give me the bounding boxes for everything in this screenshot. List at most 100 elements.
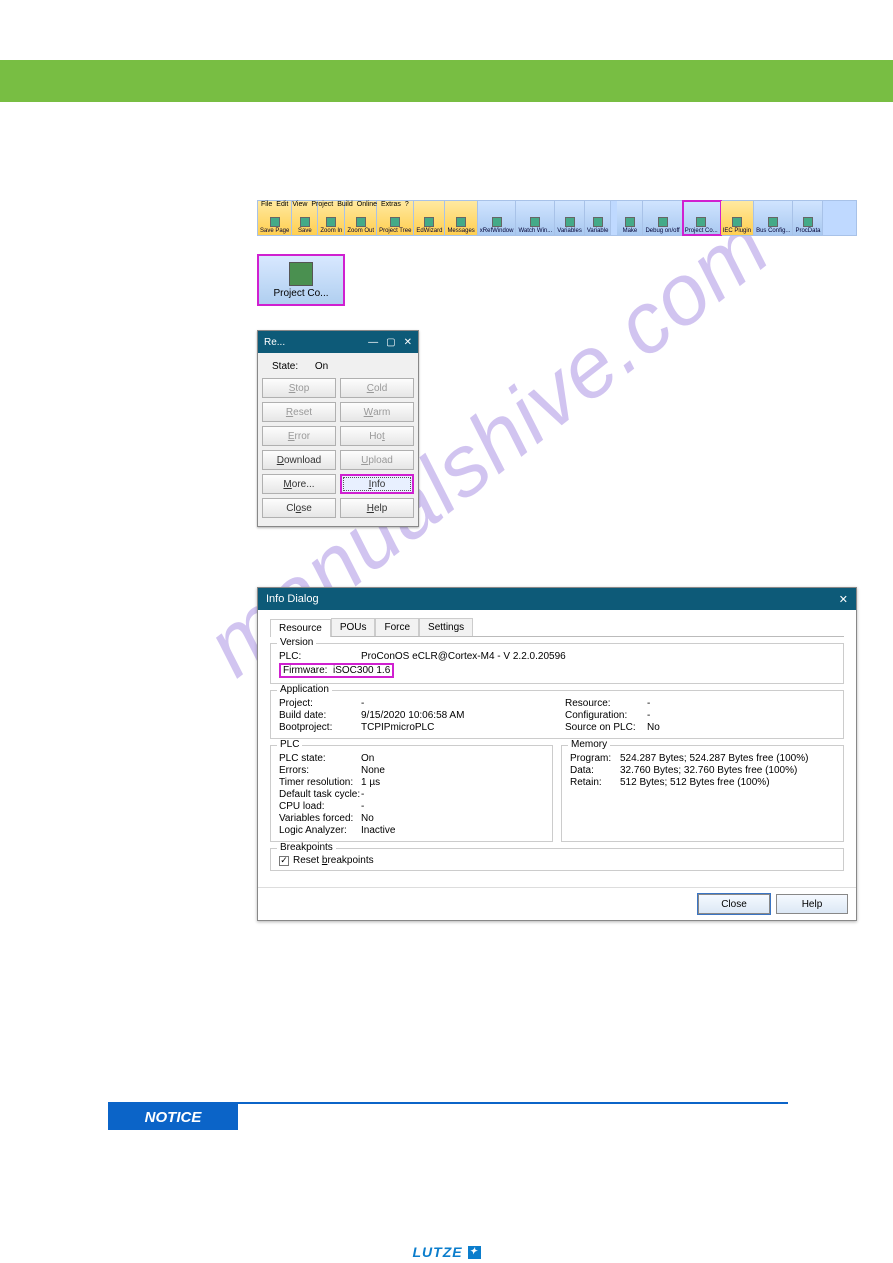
info-dialog-titlebar: Info Dialog ✕: [258, 588, 856, 610]
build-label: Build date:: [279, 710, 361, 721]
tb-iecplugin[interactable]: IEC Plugin: [721, 201, 754, 235]
close-icon[interactable]: ✕: [839, 593, 848, 606]
state-row: State: On: [262, 359, 414, 378]
breakpoints-group: Breakpoints ✓ Reset breakpoints: [270, 848, 844, 871]
firmware-highlight: Firmware: iSOC300 1.6: [279, 663, 394, 678]
resource-dialog-titlebar: Re... — ▢ ✕: [258, 331, 418, 353]
help-button[interactable]: Help: [340, 498, 414, 518]
wizard-icon: [424, 217, 434, 227]
var-icon: [593, 217, 603, 227]
reset-button[interactable]: Reset: [262, 402, 336, 422]
varforced-value: No: [361, 813, 544, 824]
bus-icon: [768, 217, 778, 227]
application-group: Application Project:- Build date:9/15/20…: [270, 690, 844, 739]
info-dialog: Info Dialog ✕ Resource POUs Force Settin…: [257, 587, 857, 921]
tab-pous[interactable]: POUs: [331, 618, 376, 636]
minimize-icon[interactable]: —: [368, 337, 378, 348]
menu-file[interactable]: File: [261, 201, 272, 208]
varforced-label: Variables forced:: [279, 813, 361, 824]
tab-settings[interactable]: Settings: [419, 618, 473, 636]
more-button[interactable]: More...: [262, 474, 336, 494]
tree-icon: [390, 217, 400, 227]
menu-build[interactable]: Build: [337, 201, 353, 208]
data-value: 32.760 Bytes; 32.760 Bytes free (100%): [620, 765, 835, 776]
hot-button[interactable]: Hot: [340, 426, 414, 446]
tb-variable[interactable]: Variable: [585, 201, 612, 235]
debug-icon: [658, 217, 668, 227]
xref-icon: [492, 217, 502, 227]
project-control-label: Project Co...: [273, 288, 328, 299]
resource-value: -: [647, 698, 835, 709]
tb-watch[interactable]: Watch Win...: [516, 201, 555, 235]
breakpoints-heading: Breakpoints: [277, 842, 336, 853]
plcstate-value: On: [361, 753, 544, 764]
info-button[interactable]: Info: [340, 474, 414, 494]
plc-label: PLC:: [279, 651, 361, 662]
maximize-icon[interactable]: ▢: [386, 337, 395, 348]
version-group: Version PLC:ProConOS eCLR@Cortex-M4 - V …: [270, 643, 844, 684]
procdata-icon: [803, 217, 813, 227]
tb-make[interactable]: Make: [617, 201, 643, 235]
tab-force[interactable]: Force: [375, 618, 419, 636]
menu-online[interactable]: Online: [357, 201, 377, 208]
info-dialog-title: Info Dialog: [266, 593, 319, 605]
resource-label: Resource:: [565, 698, 647, 709]
tb-debug[interactable]: Debug on/off: [643, 201, 682, 235]
logican-label: Logic Analyzer:: [279, 825, 361, 836]
plc-group: PLC PLC state:On Errors:None Timer resol…: [270, 745, 553, 842]
tb-messages[interactable]: Messages: [445, 201, 477, 235]
page-icon: [270, 217, 280, 227]
ide-toolbar-screenshot: File Edit View Project Build Online Extr…: [257, 200, 857, 236]
menu-bar: File Edit View Project Build Online Extr…: [259, 200, 411, 209]
upload-button[interactable]: Upload: [340, 450, 414, 470]
zoom-in-icon: [326, 217, 336, 227]
tb-variables[interactable]: Variables: [555, 201, 585, 235]
plugin-icon: [732, 217, 742, 227]
menu-edit[interactable]: Edit: [276, 201, 288, 208]
logican-value: Inactive: [361, 825, 544, 836]
page-header-banner: [0, 60, 893, 102]
program-label: Program:: [570, 753, 620, 764]
version-heading: Version: [277, 637, 316, 648]
source-value: No: [647, 722, 835, 733]
memory-group: Memory Program:524.287 Bytes; 524.287 By…: [561, 745, 844, 842]
reset-breakpoints-label: Reset breakpoints: [293, 855, 374, 866]
make-icon: [625, 217, 635, 227]
info-help-button[interactable]: Help: [776, 894, 848, 914]
timer-value: 1 µs: [361, 777, 544, 788]
close-button[interactable]: Close: [262, 498, 336, 518]
messages-icon: [456, 217, 466, 227]
plc-value: ProConOS eCLR@Cortex-M4 - V 2.2.0.20596: [361, 651, 835, 662]
firmware-value: iSOC300 1.6: [333, 665, 390, 676]
tb-xref[interactable]: xRefWindow: [478, 201, 517, 235]
menu-extras[interactable]: Extras: [381, 201, 401, 208]
program-value: 524.287 Bytes; 524.287 Bytes free (100%): [620, 753, 835, 764]
reset-breakpoints-checkbox[interactable]: ✓ Reset breakpoints: [279, 855, 835, 866]
error-button[interactable]: Error: [262, 426, 336, 446]
stop-button[interactable]: SStoptop: [262, 378, 336, 398]
retain-label: Retain:: [570, 777, 620, 788]
errors-label: Errors:: [279, 765, 361, 776]
timer-label: Timer resolution:: [279, 777, 361, 788]
cold-button[interactable]: Cold: [340, 378, 414, 398]
notice-section: NOTICE: [108, 1102, 788, 1130]
menu-view[interactable]: View: [292, 201, 307, 208]
source-label: Source on PLC:: [565, 722, 647, 733]
project-value: -: [361, 698, 549, 709]
config-label: Configuration:: [565, 710, 647, 721]
tb-project-control[interactable]: Project Co...: [683, 201, 721, 235]
menu-project[interactable]: Project: [311, 201, 333, 208]
menu-help[interactable]: ?: [405, 201, 409, 208]
tb-edwizard[interactable]: EdWizard: [414, 201, 445, 235]
tab-resource[interactable]: Resource: [270, 619, 331, 637]
tb-procdata[interactable]: ProcData: [793, 201, 823, 235]
build-value: 9/15/2020 10:06:58 AM: [361, 710, 549, 721]
warm-button[interactable]: Warm: [340, 402, 414, 422]
state-value: On: [315, 361, 328, 372]
download-button[interactable]: Download: [262, 450, 336, 470]
project-control-button-closeup[interactable]: Project Co...: [257, 254, 345, 306]
tb-busconfig[interactable]: Bus Config...: [754, 201, 793, 235]
cpu-value: -: [361, 801, 544, 812]
info-close-button[interactable]: Close: [698, 894, 770, 914]
close-icon[interactable]: ✕: [404, 337, 412, 348]
